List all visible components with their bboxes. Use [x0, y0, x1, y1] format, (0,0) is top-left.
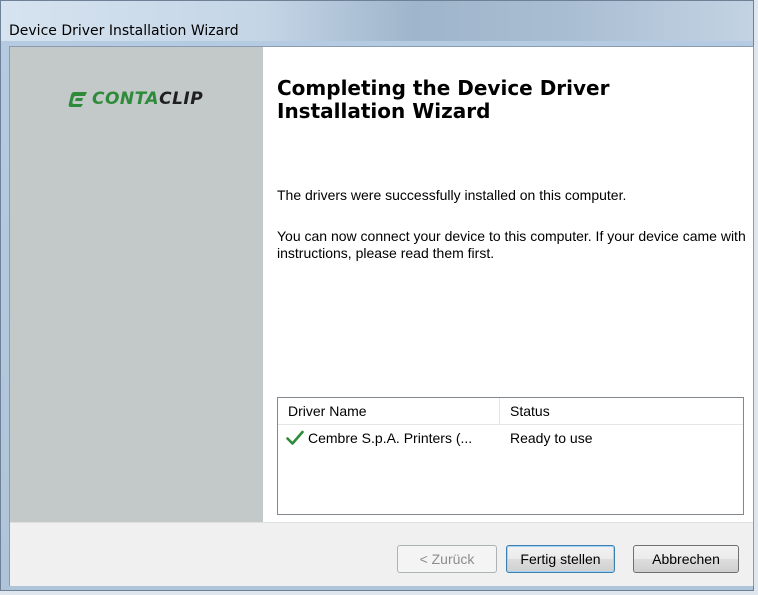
driver-name: Cembre S.p.A. Printers (... [308, 430, 473, 446]
driver-list-header: Driver Name Status [278, 398, 743, 425]
cancel-button[interactable]: Abbrechen [633, 545, 739, 573]
driver-list[interactable]: Driver Name Status Cembre S.p.A. Printer… [277, 397, 744, 515]
driver-status: Ready to use [510, 430, 593, 446]
page-title: Completing the Device Driver Installatio… [277, 76, 610, 123]
wizard-client-area: CONTA CLIP Completing the Device Driver I… [9, 46, 754, 586]
content-panel: Completing the Device Driver Installatio… [263, 47, 753, 522]
finish-button[interactable]: Fertig stellen [506, 545, 615, 573]
contaclip-logo-mark-icon [68, 92, 87, 107]
back-button[interactable]: < Zurück [397, 545, 497, 573]
logo-text-clip: CLIP [159, 89, 204, 109]
success-message: The drivers were successfully installed … [277, 187, 627, 203]
table-row[interactable]: Cembre S.p.A. Printers (... Ready to use [278, 425, 743, 451]
button-bar: < Zurück Fertig stellen Abbrechen [10, 522, 753, 586]
column-header-status[interactable]: Status [500, 398, 743, 424]
driver-name-cell: Cembre S.p.A. Printers (... [278, 425, 500, 451]
window-title: Device Driver Installation Wizard [9, 23, 239, 39]
logo-text-conta: CONTA [92, 89, 160, 109]
side-panel: CONTA CLIP [10, 47, 263, 522]
contaclip-logo: CONTA CLIP [68, 89, 203, 109]
green-checkmark-icon [286, 430, 304, 445]
instructions-message: You can now connect your device to this … [277, 228, 746, 261]
wizard-window: Device Driver Installation Wizard CONTA C… [0, 0, 754, 591]
title-bar[interactable]: Device Driver Installation Wizard [1, 1, 753, 41]
column-header-driver-name[interactable]: Driver Name [278, 398, 500, 424]
